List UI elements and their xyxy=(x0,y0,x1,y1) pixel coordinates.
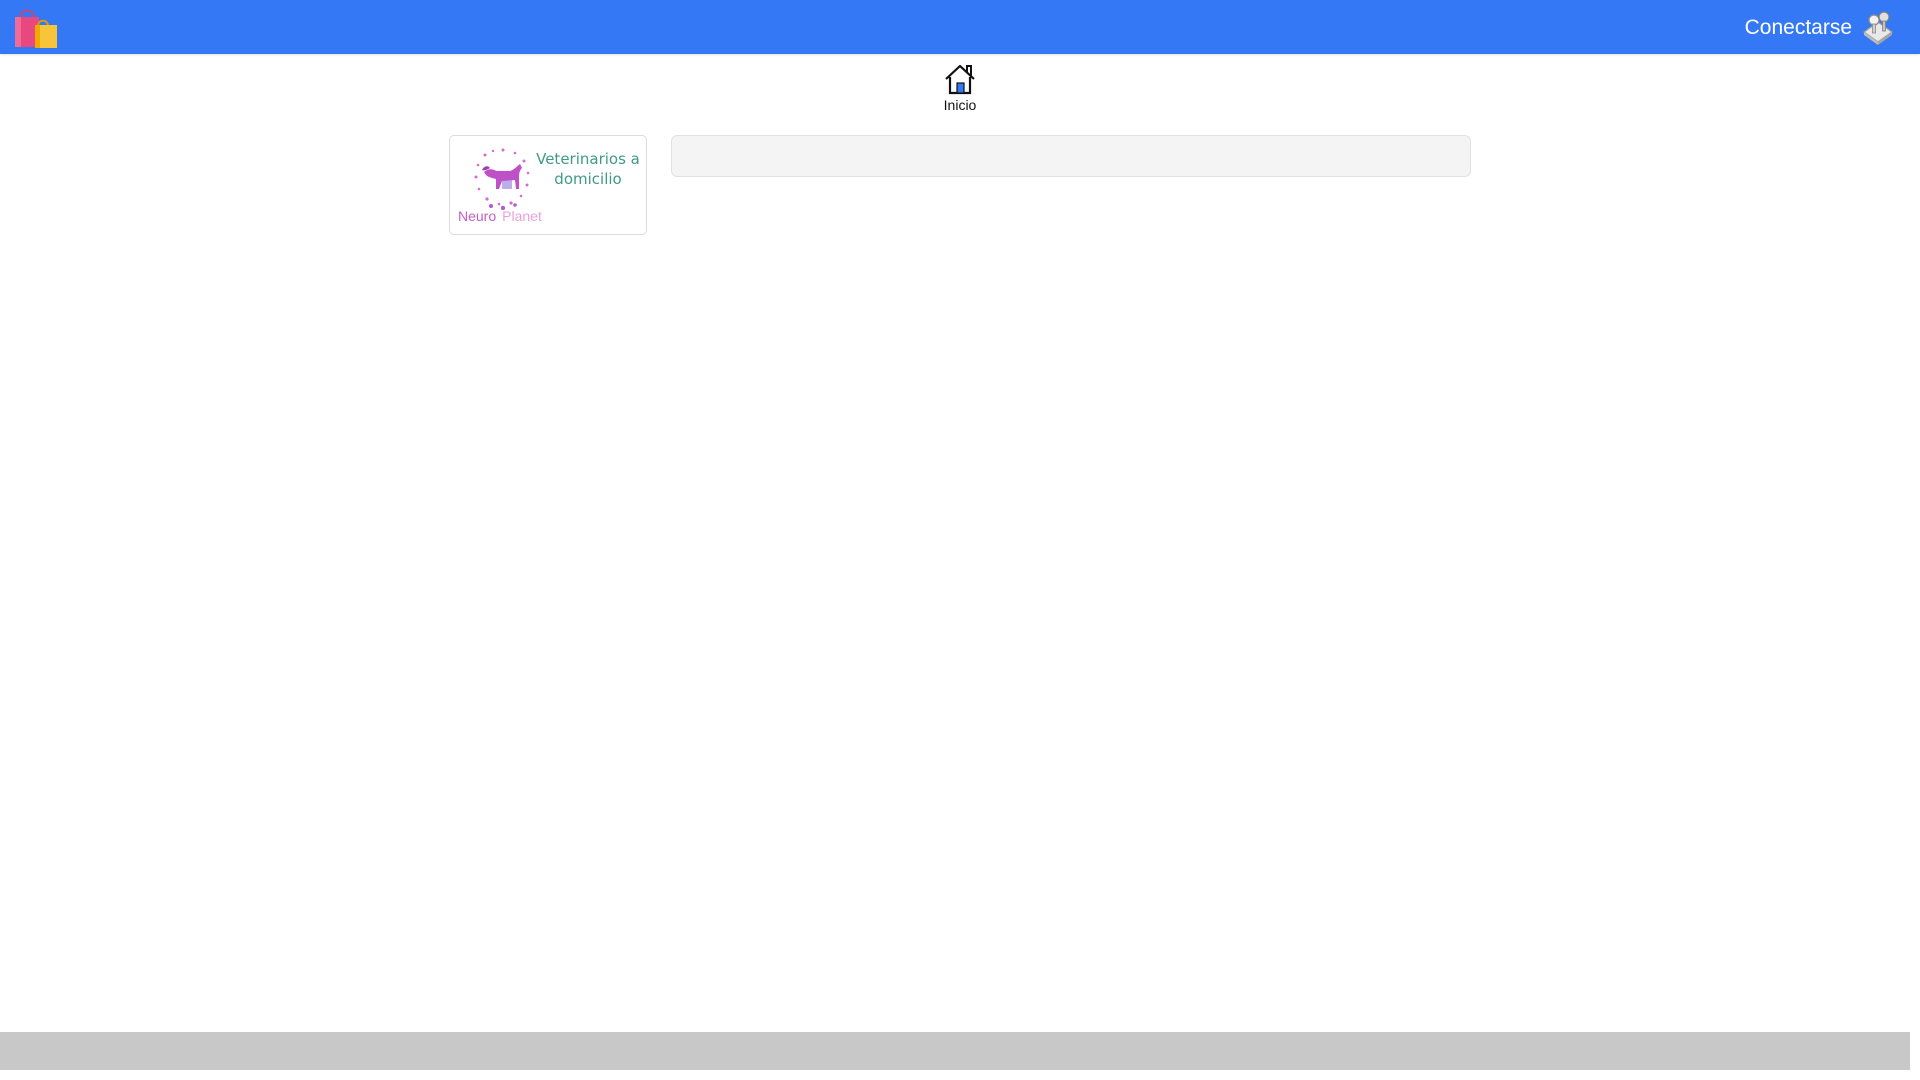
dog-circle-logo-icon xyxy=(470,144,536,211)
vet-service-card[interactable]: Veterinarios a domicilio Neuro Planet xyxy=(449,135,647,235)
connect-button[interactable]: Conectarse xyxy=(1745,8,1898,48)
brand-first: Neuro xyxy=(458,208,497,224)
content-panel xyxy=(671,135,1471,177)
shopping-bags-icon[interactable] xyxy=(12,4,60,50)
card-title: Veterinarios a domicilio xyxy=(536,150,640,188)
card-brand: Neuro Planet xyxy=(458,208,542,224)
home-link[interactable]: Inicio xyxy=(930,60,990,113)
home-label: Inicio xyxy=(943,97,977,113)
house-icon xyxy=(943,62,977,96)
brand-second: Planet xyxy=(502,208,542,224)
connect-label: Conectarse xyxy=(1744,16,1852,39)
footer-bar xyxy=(0,1032,1910,1070)
top-bar: Conectarse xyxy=(0,0,1920,54)
login-keys-icon xyxy=(1858,8,1898,48)
